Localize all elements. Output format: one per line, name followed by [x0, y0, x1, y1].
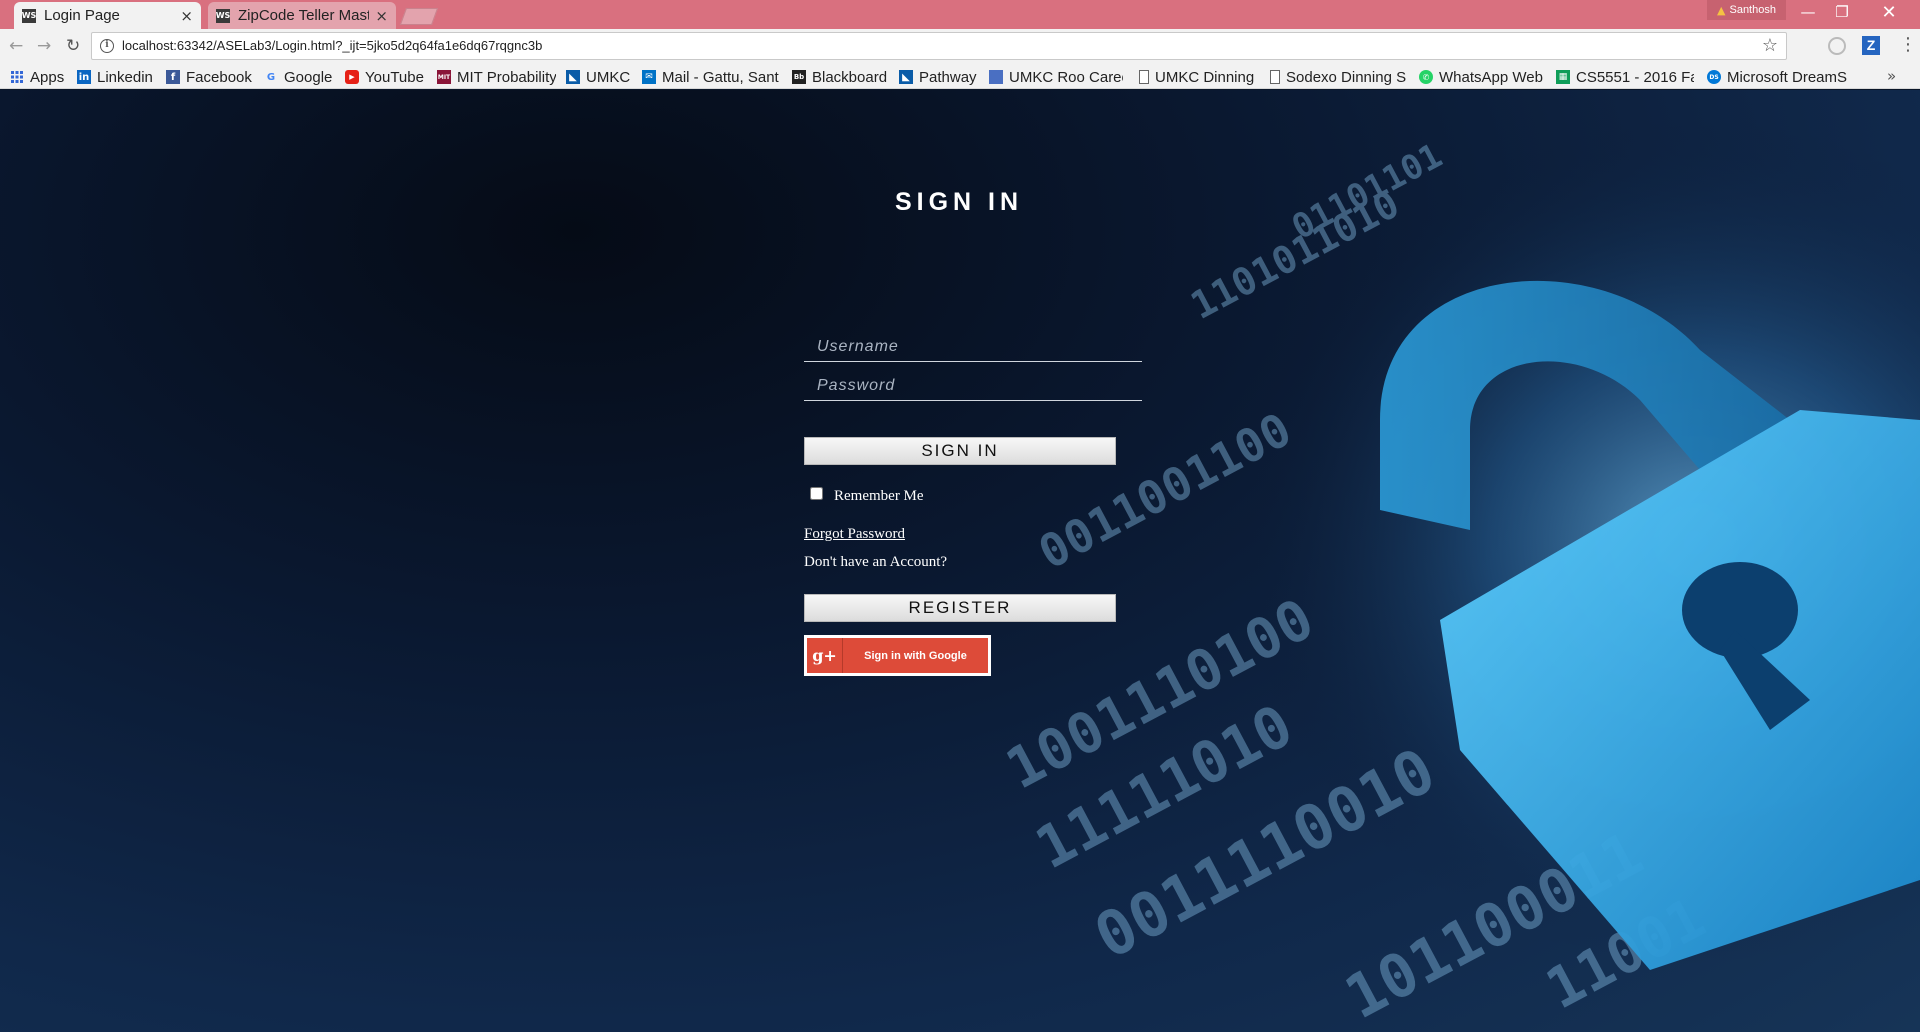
remember-me-checkbox[interactable] — [810, 487, 823, 500]
login-page: 1101011010 01101101 0011001100 100111010… — [0, 90, 1920, 1032]
page-icon — [1139, 70, 1149, 84]
google-plus-icon: g+ — [807, 638, 843, 673]
tab-zipcode-teller[interactable]: WS ZipCode Teller Mast × — [208, 2, 396, 29]
extension-circle-icon[interactable] — [1828, 37, 1846, 55]
restore-icon[interactable]: ❐ — [1820, 0, 1864, 24]
bookmarks-bar: Apps in Linkedin f Facebook G Google ▶ Y… — [0, 65, 1920, 89]
bookmark-blackboard[interactable]: Bb Blackboard — [792, 65, 889, 89]
bookmark-umkc-dinning[interactable]: UMKC Dinning — [1139, 65, 1257, 89]
youtube-icon: ▶ — [345, 70, 359, 84]
bookmark-facebook[interactable]: f Facebook — [166, 65, 256, 89]
bookmark-umkc[interactable]: ◣ UMKC — [566, 65, 632, 89]
signin-button[interactable]: SIGN IN — [804, 437, 1116, 465]
warning-icon: ▲ — [1717, 3, 1726, 17]
bookmark-microsoft-dreamspark[interactable]: DS Microsoft DreamS — [1707, 65, 1875, 89]
new-tab-button[interactable] — [399, 8, 439, 25]
google-signin-label: Sign in with Google — [864, 649, 967, 662]
bookmark-mail[interactable]: ✉ Mail - Gattu, Sant — [642, 65, 780, 89]
extension-z-icon[interactable]: Z — [1862, 36, 1880, 55]
bookmark-star-icon[interactable]: ☆ — [1762, 35, 1778, 56]
apps-grid-icon — [10, 70, 24, 84]
profile-button[interactable]: ▲ Santhosh — [1707, 0, 1786, 20]
close-window-icon[interactable]: ✕ — [1864, 0, 1914, 24]
signin-title: SIGN IN — [894, 188, 1024, 216]
linkedin-icon: in — [77, 70, 91, 84]
google-icon: G — [266, 71, 276, 83]
lock-background-image: 1101011010 01101101 0011001100 100111010… — [900, 90, 1920, 1032]
bookmark-pathway[interactable]: ◣ Pathway — [899, 65, 977, 89]
bookmark-youtube[interactable]: ▶ YouTube — [345, 65, 429, 89]
password-input[interactable] — [804, 371, 1142, 401]
bookmark-whatsapp[interactable]: ✆ WhatsApp Web — [1419, 65, 1545, 89]
no-account-text: Don't have an Account? — [804, 554, 948, 570]
profile-name: Santhosh — [1729, 4, 1776, 16]
umkc-career-icon — [989, 70, 1003, 84]
register-button[interactable]: REGISTER — [804, 594, 1116, 622]
facebook-icon: f — [166, 70, 180, 84]
sheets-icon: ▦ — [1556, 70, 1570, 84]
blackboard-icon: Bb — [792, 70, 806, 84]
close-tab-icon[interactable]: × — [180, 7, 193, 25]
bookmark-mit[interactable]: MIT MIT Probability — [437, 65, 556, 89]
tab-login-page[interactable]: WS Login Page × — [14, 2, 201, 29]
remember-me: Remember Me — [810, 482, 924, 505]
more-menu-icon[interactable]: ⋮ — [1899, 34, 1917, 55]
google-signin-inner: g+ Sign in with Google — [807, 638, 988, 673]
remember-me-label[interactable]: Remember Me — [834, 488, 924, 505]
reload-icon[interactable]: ↻ — [66, 36, 80, 56]
page-icon — [1270, 70, 1280, 84]
forward-arrow-icon[interactable]: → — [37, 36, 51, 56]
bookmark-apps[interactable]: Apps — [10, 65, 66, 89]
webstorm-favicon-icon: WS — [22, 8, 36, 23]
more-bookmarks-icon[interactable]: » — [1887, 67, 1896, 85]
url-text[interactable]: localhost:63342/ASELab3/Login.html?_ijt=… — [122, 38, 542, 53]
address-bar[interactable]: i localhost:63342/ASELab3/Login.html?_ij… — [91, 32, 1787, 60]
back-arrow-icon[interactable]: ← — [9, 36, 23, 56]
bookmark-cs5551[interactable]: ▦ CS5551 - 2016 Fa — [1556, 65, 1694, 89]
mail-icon: ✉ — [642, 70, 656, 84]
tab-title: Login Page — [44, 7, 120, 24]
mit-icon: MIT — [437, 70, 451, 84]
forgot-password-link[interactable]: Forgot Password — [804, 526, 905, 543]
dreamspark-icon: DS — [1707, 70, 1721, 84]
webstorm-favicon-icon: WS — [216, 8, 230, 23]
tab-title: ZipCode Teller Mast — [238, 7, 370, 24]
bookmark-linkedin[interactable]: in Linkedin — [77, 65, 159, 89]
info-icon[interactable]: i — [100, 39, 114, 53]
bookmark-google[interactable]: G Google — [264, 65, 340, 89]
close-tab-icon[interactable]: × — [375, 7, 388, 25]
browser-titlebar: WS Login Page × WS ZipCode Teller Mast ×… — [0, 0, 1920, 29]
bookmark-umkc-roo-career[interactable]: UMKC Roo Caree — [989, 65, 1123, 89]
whatsapp-icon: ✆ — [1419, 70, 1433, 84]
bookmark-sodexo[interactable]: Sodexo Dinning S — [1270, 65, 1406, 89]
browser-toolbar: ← → ↻ i localhost:63342/ASELab3/Login.ht… — [0, 29, 1920, 65]
umkc-icon: ◣ — [566, 70, 580, 84]
google-signin-button[interactable]: g+ Sign in with Google — [804, 635, 991, 676]
pathway-icon: ◣ — [899, 70, 913, 84]
username-input[interactable] — [804, 332, 1142, 362]
